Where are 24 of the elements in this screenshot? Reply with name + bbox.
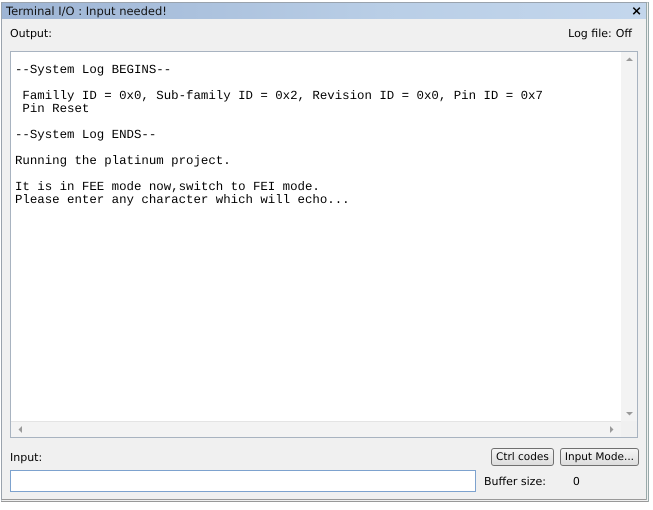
- toolbar-button[interactable]: Input Mode...: [560, 448, 639, 466]
- window-title: Terminal I/O : Input needed!: [6, 4, 167, 18]
- output-line: --System Log BEGINS--: [15, 64, 172, 77]
- buffer-size-label: Buffer size:: [484, 474, 546, 488]
- close-button[interactable]: ×: [631, 4, 642, 18]
- input-label: Input:: [10, 450, 44, 464]
- scroll-left-icon[interactable]: [17, 426, 24, 433]
- scroll-right-icon[interactable]: [608, 426, 615, 433]
- log-file-value: Off: [616, 26, 632, 40]
- scroll-up-icon[interactable]: [626, 56, 632, 63]
- output-label: Output:: [10, 26, 52, 40]
- horizontal-scrollbar[interactable]: [11, 421, 621, 437]
- log-file-label: Log file:: [568, 26, 612, 40]
- output-line: Pin Reset: [21, 103, 90, 116]
- buffer-size-value: 0: [572, 474, 580, 488]
- output-line: --System Log ENDS--: [15, 129, 158, 142]
- output-line: Familly ID = 0x0, Sub-family ID = 0x2, Revision ID = 0x0, Pin ID = 0x7: [21, 90, 544, 103]
- output-line: Please enter any character which will echo...: [15, 194, 351, 207]
- input-field[interactable]: [10, 470, 476, 492]
- output-line: Running the platinum project.: [15, 155, 232, 168]
- scroll-down-icon[interactable]: [626, 410, 632, 417]
- vertical-scrollbar[interactable]: [621, 52, 637, 421]
- output-line: It is in FEE mode now,switch to FEI mode.: [15, 181, 321, 194]
- toolbar-button[interactable]: Ctrl codes: [491, 448, 554, 466]
